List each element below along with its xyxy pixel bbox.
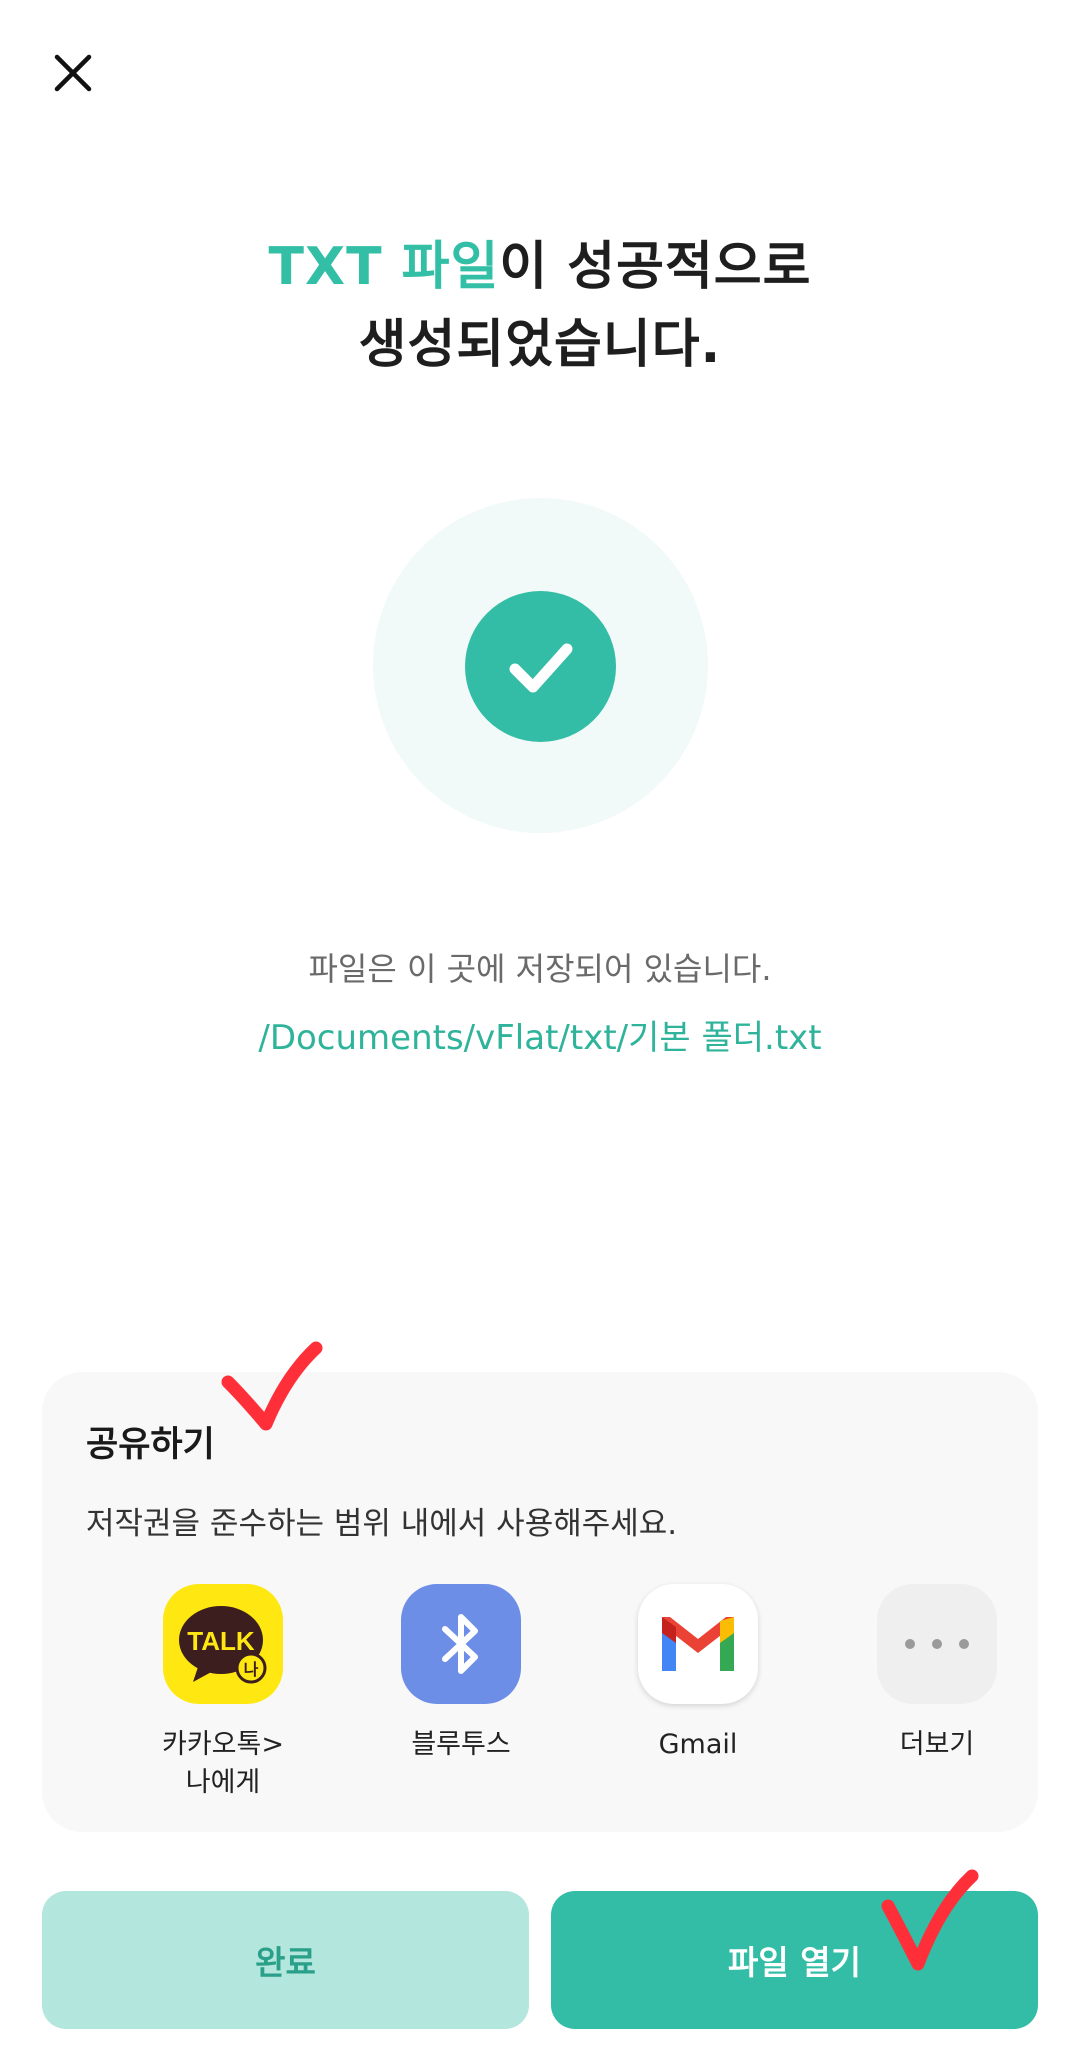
check-icon <box>509 643 572 692</box>
success-badge <box>465 591 616 742</box>
share-card: 공유하기 저작권을 준수하는 범위 내에서 사용해주세요. TALK 나 카카오… <box>42 1372 1038 1832</box>
share-app-label: Gmail <box>658 1729 738 1760</box>
title-rest: 이 성공적으로 <box>499 237 812 297</box>
title-line-2: 생성되었습니다. <box>358 315 722 375</box>
bluetooth-icon <box>401 1584 521 1704</box>
open-file-button[interactable]: 파일 열기 <box>551 1891 1038 2029</box>
saved-location-label: 파일은 이 곳에 저장되어 있습니다. <box>308 950 772 988</box>
done-button[interactable]: 완료 <box>42 1891 529 2029</box>
page-title: TXT 파일이 성공적으로 생성되었습니다. <box>0 228 1080 384</box>
more-icon <box>877 1584 997 1704</box>
gmail-icon <box>638 1584 758 1704</box>
kakaotalk-icon: TALK 나 <box>163 1584 283 1704</box>
close-button[interactable] <box>40 40 106 106</box>
share-app-kakaotalk[interactable]: TALK 나 카카오톡> 나에게 <box>123 1584 323 1802</box>
share-app-label: 블루투스 <box>411 1729 511 1760</box>
share-title: 공유하기 <box>86 1425 215 1465</box>
share-app-label: 카카오톡> 나에게 <box>162 1729 284 1798</box>
share-app-label: 더보기 <box>899 1729 975 1760</box>
share-app-list: TALK 나 카카오톡> 나에게 블루투스 Gmail 더보기 <box>42 1584 1038 1814</box>
close-icon <box>54 54 92 92</box>
share-description: 저작권을 준수하는 범위 내에서 사용해주세요. <box>86 1506 678 1542</box>
svg-text:나: 나 <box>244 1660 259 1679</box>
share-app-more[interactable]: 더보기 <box>837 1584 1037 1764</box>
title-line-1: TXT 파일이 성공적으로 <box>0 228 1080 306</box>
title-accent: TXT 파일 <box>268 237 500 297</box>
share-app-bluetooth[interactable]: 블루투스 <box>361 1584 561 1764</box>
file-path: /Documents/vFlat/txt/기본 폴더.txt <box>258 1018 822 1058</box>
kakaotalk-icon-text: TALK <box>187 1626 255 1656</box>
share-app-gmail[interactable]: Gmail <box>598 1584 798 1764</box>
